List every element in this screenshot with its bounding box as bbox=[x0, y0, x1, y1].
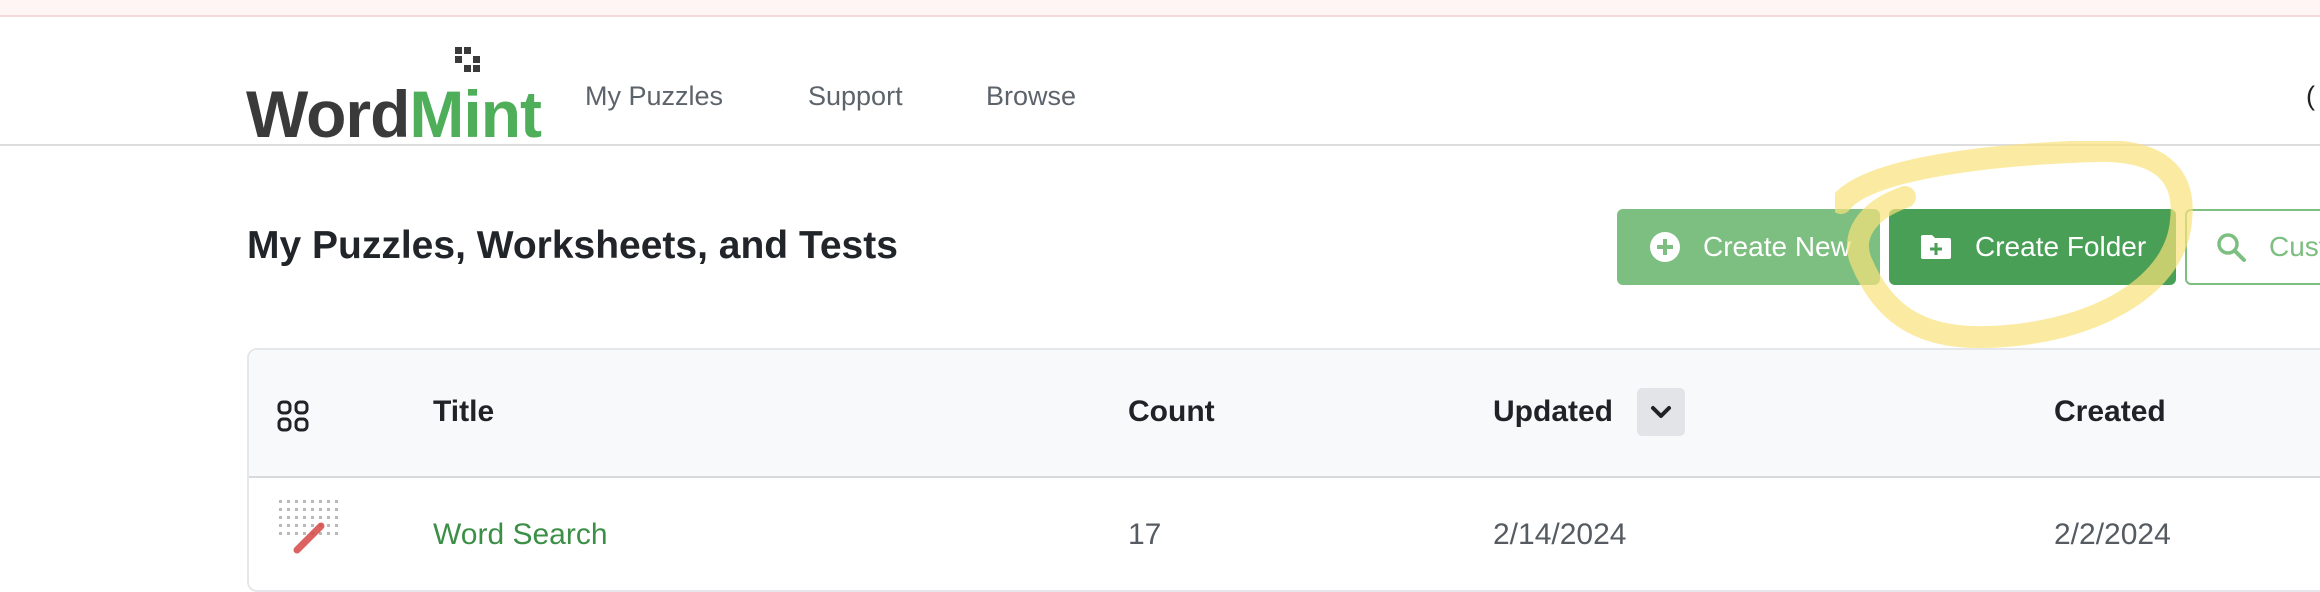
top-banner-strip bbox=[0, 0, 2320, 17]
create-folder-label: Create Folder bbox=[1975, 231, 2147, 262]
row-created: 2/2/2024 bbox=[2054, 518, 2171, 551]
column-header-created[interactable]: Created bbox=[2054, 395, 2166, 429]
create-folder-button[interactable]: Create Folder bbox=[1889, 209, 2176, 285]
plus-circle-icon bbox=[1650, 232, 1680, 262]
nav-browse[interactable]: Browse bbox=[986, 81, 1076, 112]
grid-view-icon[interactable] bbox=[277, 400, 309, 432]
table-header: Title Count Updated Created bbox=[249, 350, 2320, 478]
search-icon bbox=[2217, 233, 2246, 262]
page-title: My Puzzles, Worksheets, and Tests bbox=[247, 224, 898, 267]
row-title-link[interactable]: Word Search bbox=[433, 518, 608, 552]
nav-cutoff-item[interactable]: ( bbox=[2306, 81, 2315, 112]
column-header-count[interactable]: Count bbox=[1128, 395, 1215, 429]
folder-plus-icon bbox=[1921, 235, 1951, 259]
word-search-thumbnail[interactable] bbox=[275, 496, 347, 576]
column-header-title[interactable]: Title bbox=[433, 395, 494, 429]
row-count: 17 bbox=[1128, 518, 1162, 551]
logo-mint-part: Mint bbox=[409, 77, 542, 151]
custom-button[interactable]: Cust bbox=[2185, 209, 2320, 285]
row-updated: 2/14/2024 bbox=[1493, 518, 1627, 551]
sort-updated-button[interactable] bbox=[1637, 388, 1685, 436]
nav-my-puzzles[interactable]: My Puzzles bbox=[585, 81, 723, 112]
puzzles-table: Title Count Updated Created Word Search … bbox=[247, 348, 2320, 592]
nav-support[interactable]: Support bbox=[808, 81, 903, 112]
create-new-label: Create New bbox=[1703, 231, 1851, 262]
create-new-button[interactable]: Create New bbox=[1617, 209, 1880, 285]
logo-word-part: Word bbox=[246, 77, 410, 151]
column-header-updated[interactable]: Updated bbox=[1493, 395, 1613, 429]
wordmint-logo[interactable]: WordMint bbox=[246, 43, 542, 147]
chevron-down-icon bbox=[1651, 406, 1671, 418]
top-navbar: WordMint My Puzzles Support Browse ( bbox=[0, 17, 2320, 147]
logo-grid-icon bbox=[455, 47, 485, 77]
custom-label: Cust bbox=[2269, 231, 2320, 262]
logo-wordmark: WordMint bbox=[246, 81, 542, 147]
